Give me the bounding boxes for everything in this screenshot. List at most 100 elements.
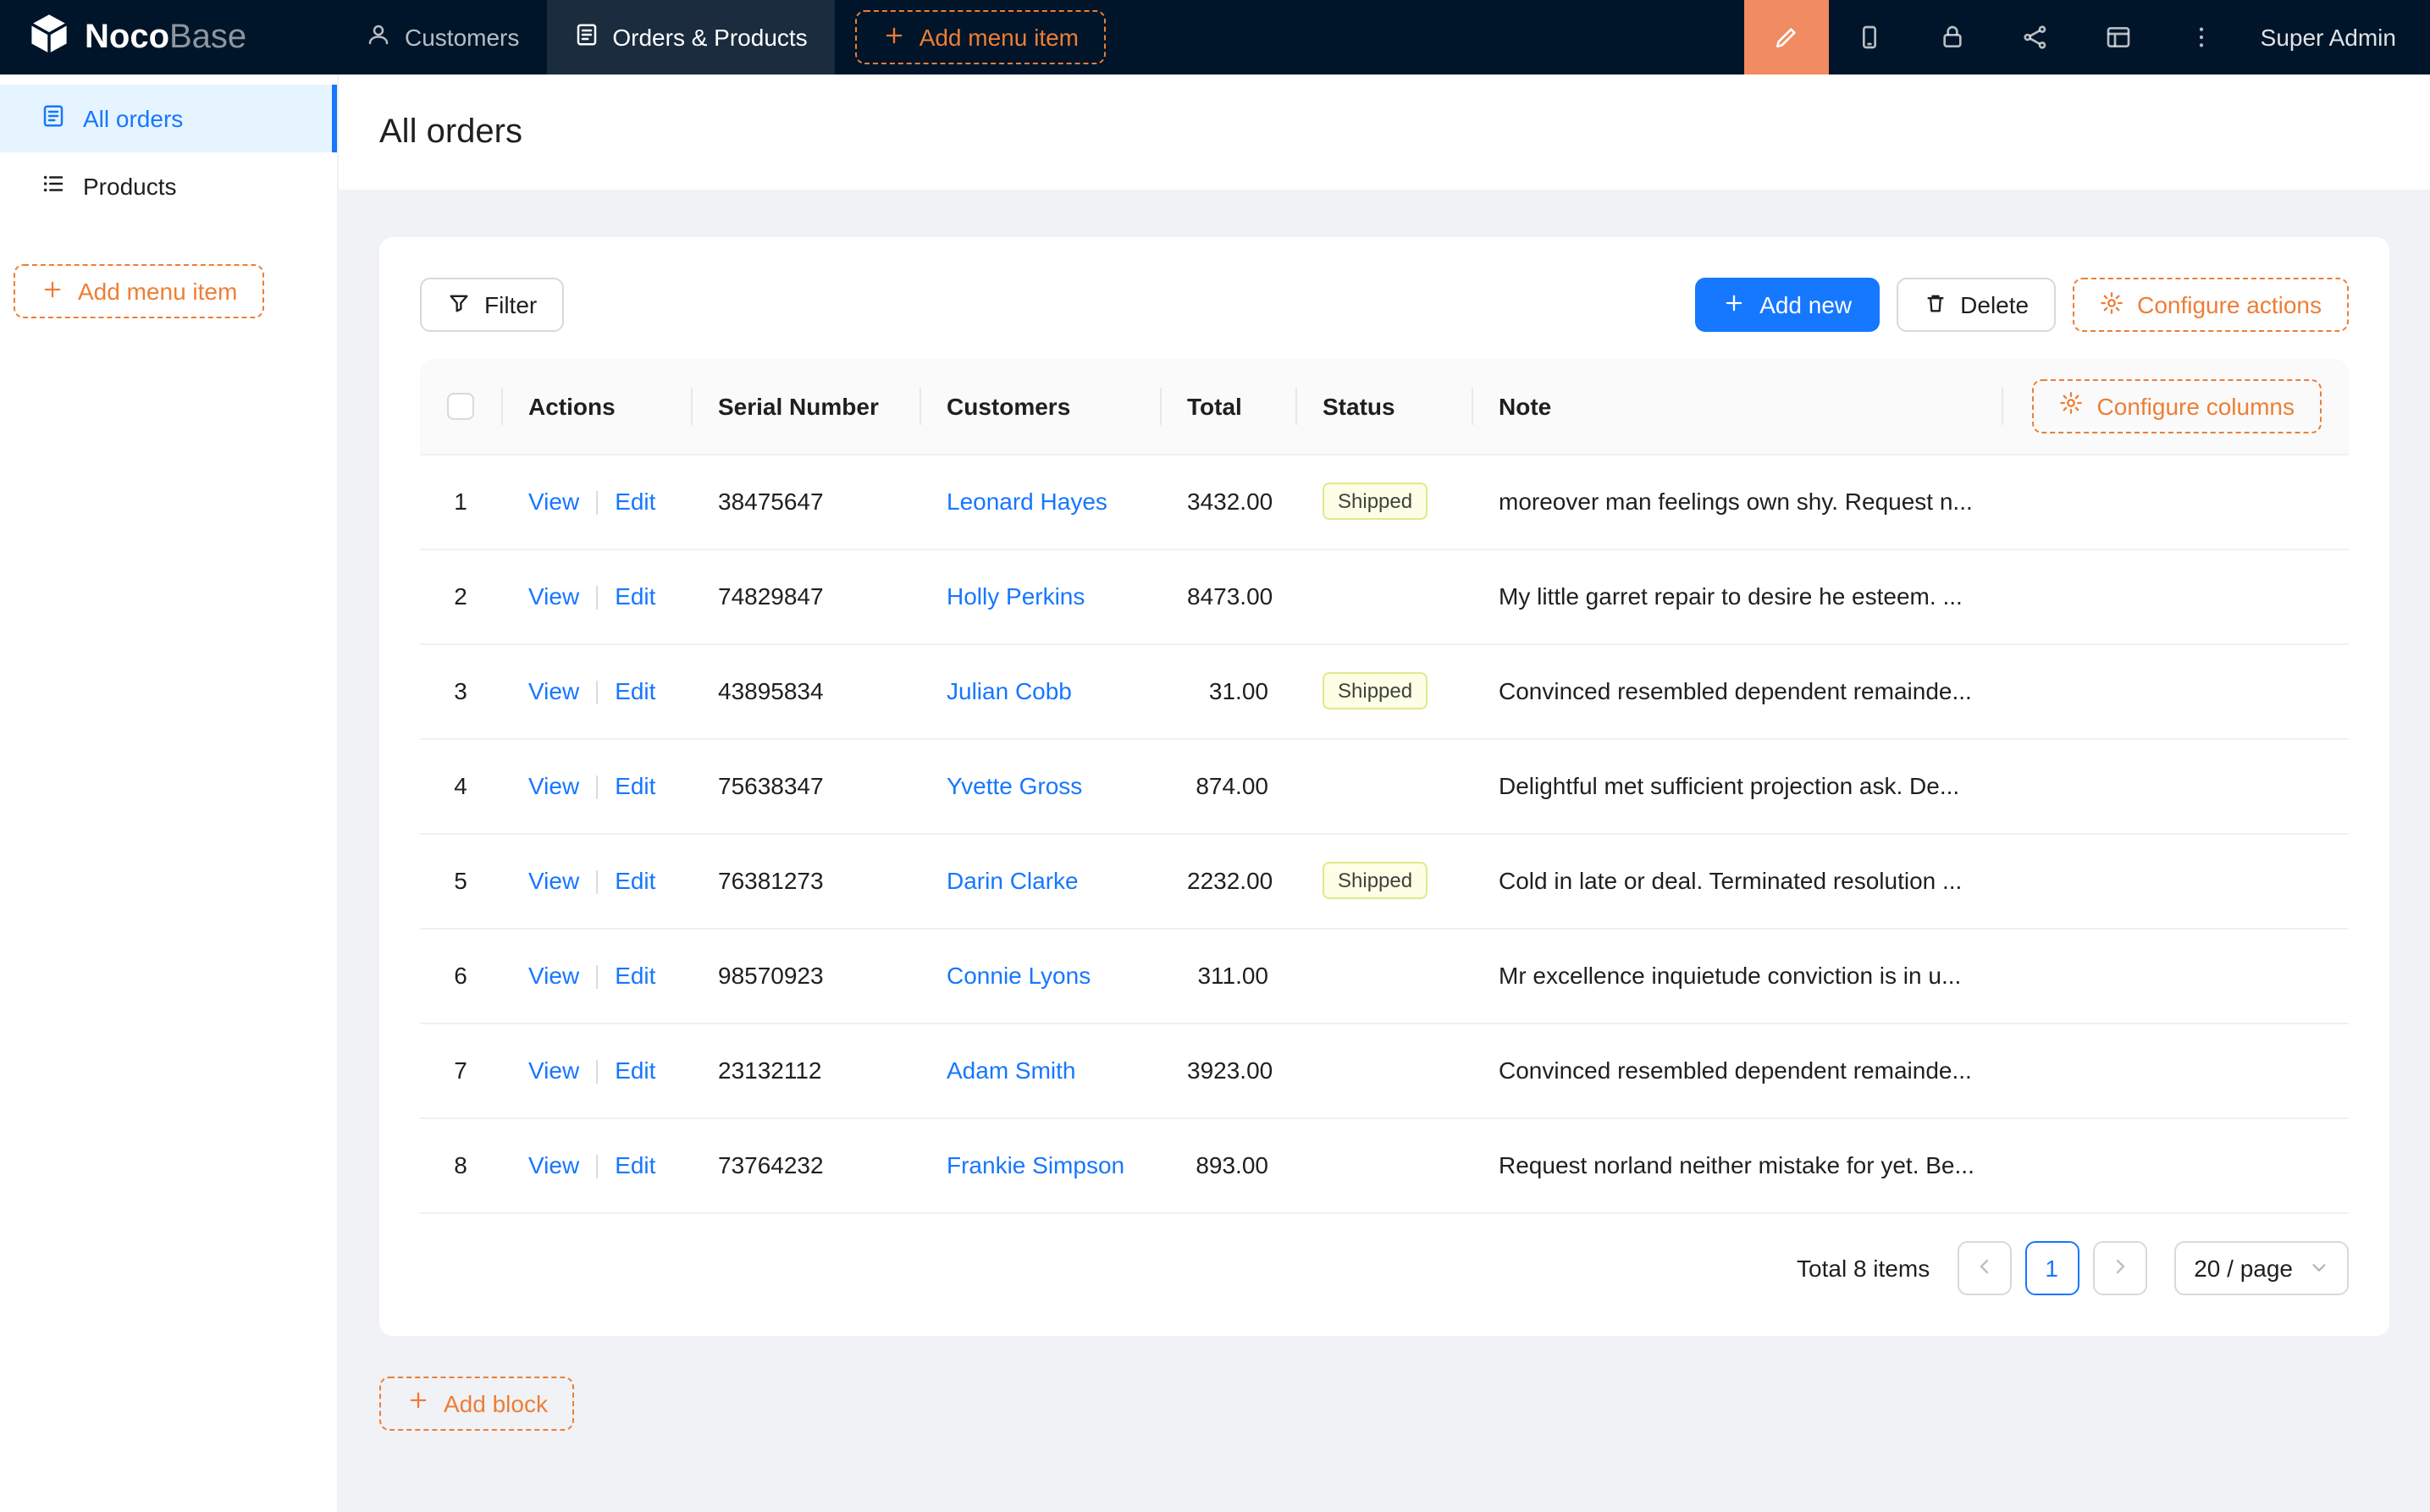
orders-table: Actions Serial Number Customers Total St… xyxy=(420,359,2349,1213)
customer-link[interactable]: Leonard Hayes xyxy=(947,488,1107,515)
view-link[interactable]: View xyxy=(528,1151,579,1178)
configure-actions-label: Configure actions xyxy=(2137,291,2322,318)
filter-button[interactable]: Filter xyxy=(420,278,564,332)
pagination: Total 8 items 1 20 / page xyxy=(420,1240,2349,1294)
edit-link[interactable]: Edit xyxy=(615,962,655,989)
ui-editor-icon[interactable] xyxy=(1744,0,1829,74)
add-new-button[interactable]: Add new xyxy=(1695,278,1879,332)
note-cell: Mr excellence inquietude conviction is i… xyxy=(1472,928,2002,1023)
orders-card: Filter Add new Delete xyxy=(379,237,2389,1335)
add-block-button[interactable]: Add block xyxy=(379,1376,575,1430)
view-link[interactable]: View xyxy=(528,677,579,704)
delete-button[interactable]: Delete xyxy=(1896,278,2056,332)
customer-link[interactable]: Julian Cobb xyxy=(947,677,1072,704)
view-link[interactable]: View xyxy=(528,867,579,894)
view-link[interactable]: View xyxy=(528,582,579,610)
page-size-select[interactable]: 20 / page xyxy=(2173,1240,2349,1294)
customer-link[interactable]: Holly Perkins xyxy=(947,582,1085,610)
edit-link[interactable]: Edit xyxy=(615,867,655,894)
action-divider xyxy=(596,1060,598,1084)
note-cell: Convinced resembled dependent remainde..… xyxy=(1472,1023,2002,1117)
row-actions-cell: View Edit xyxy=(501,1023,691,1117)
row-index: 2 xyxy=(420,549,501,643)
pagination-total: Total 8 items xyxy=(1797,1254,1930,1281)
sidebar-item-products[interactable]: Products xyxy=(0,152,337,220)
customer-link[interactable]: Frankie Simpson xyxy=(947,1151,1124,1178)
column-header-status: Status xyxy=(1295,359,1472,454)
configure-columns-header-cell: Configure columns xyxy=(2002,359,2349,454)
view-link[interactable]: View xyxy=(528,1057,579,1084)
note-cell: Request norland neither mistake for yet.… xyxy=(1472,1117,2002,1212)
toolbar-right: Add new Delete Configure actions xyxy=(1695,278,2349,332)
view-link[interactable]: View xyxy=(528,962,579,989)
customer-cell: Julian Cobb xyxy=(920,643,1160,738)
row-index: 7 xyxy=(420,1023,501,1117)
lock-icon[interactable] xyxy=(1912,0,1995,74)
plus-icon xyxy=(41,277,64,306)
top-header: NocoBase Customers Orders & Products Add… xyxy=(0,0,2430,74)
filter-button-label: Filter xyxy=(484,291,537,318)
action-divider xyxy=(596,681,598,704)
customer-link[interactable]: Connie Lyons xyxy=(947,962,1091,989)
edit-link[interactable]: Edit xyxy=(615,1057,655,1084)
configure-columns-button[interactable]: Configure columns xyxy=(2033,379,2322,433)
mobile-icon[interactable] xyxy=(1829,0,1912,74)
edit-link[interactable]: Edit xyxy=(615,772,655,799)
customer-link[interactable]: Yvette Gross xyxy=(947,772,1082,799)
header-add-menu-item-button[interactable]: Add menu item xyxy=(855,10,1106,64)
api-icon[interactable] xyxy=(1995,0,2078,74)
total-cell: 31.00 xyxy=(1160,643,1295,738)
status-cell xyxy=(1295,1117,1472,1212)
sidebar-add-menu-item-button[interactable]: Add menu item xyxy=(14,264,264,318)
serial-number-cell: 98570923 xyxy=(691,928,920,1023)
plus-icon xyxy=(406,1388,430,1417)
header-add-menu-item-label: Add menu item xyxy=(920,24,1079,51)
user-name[interactable]: Super Admin xyxy=(2244,24,2430,51)
orders-icon xyxy=(573,22,599,52)
orders-table-body: 1 ViewEdit 38475647 Leonard Hayes 3432.0… xyxy=(420,454,2349,1212)
edit-link[interactable]: Edit xyxy=(615,677,655,704)
customer-link[interactable]: Darin Clarke xyxy=(947,867,1079,894)
row-trailing-cell xyxy=(2002,643,2349,738)
filter-icon xyxy=(447,290,471,319)
row-actions-cell: View Edit xyxy=(501,549,691,643)
row-trailing-cell xyxy=(2002,1023,2349,1117)
serial-number-cell: 76381273 xyxy=(691,833,920,928)
view-link[interactable]: View xyxy=(528,488,579,515)
row-index: 1 xyxy=(420,454,501,549)
nav-orders-products[interactable]: Orders & Products xyxy=(546,0,834,74)
page-number-button[interactable]: 1 xyxy=(2024,1240,2079,1294)
layout-icon[interactable] xyxy=(2078,0,2161,74)
more-icon[interactable] xyxy=(2161,0,2244,74)
table-row: 7 ViewEdit 23132112 Adam Smith 3923.00 C… xyxy=(420,1023,2349,1117)
edit-link[interactable]: Edit xyxy=(615,582,655,610)
row-actions-cell: View Edit xyxy=(501,454,691,549)
table-row: 8 ViewEdit 73764232 Frankie Simpson 893.… xyxy=(420,1117,2349,1212)
row-trailing-cell xyxy=(2002,833,2349,928)
status-cell: Shipped xyxy=(1295,643,1472,738)
row-trailing-cell xyxy=(2002,738,2349,833)
action-divider xyxy=(596,491,598,515)
nav-customers[interactable]: Customers xyxy=(339,0,546,74)
serial-number-cell: 73764232 xyxy=(691,1117,920,1212)
row-index: 6 xyxy=(420,928,501,1023)
sidebar-item-all-orders[interactable]: All orders xyxy=(0,85,337,152)
table-toolbar: Filter Add new Delete xyxy=(420,278,2349,332)
serial-number-cell: 23132112 xyxy=(691,1023,920,1117)
products-icon xyxy=(41,171,66,201)
total-cell: 874.00 xyxy=(1160,738,1295,833)
column-header-serial-number: Serial Number xyxy=(691,359,920,454)
view-link[interactable]: View xyxy=(528,772,579,799)
total-cell: 893.00 xyxy=(1160,1117,1295,1212)
logo[interactable]: NocoBase xyxy=(0,11,339,63)
configure-actions-button[interactable]: Configure actions xyxy=(2073,278,2349,332)
select-all-checkbox[interactable] xyxy=(447,394,474,421)
row-actions-cell: View Edit xyxy=(501,833,691,928)
edit-link[interactable]: Edit xyxy=(615,1151,655,1178)
edit-link[interactable]: Edit xyxy=(615,488,655,515)
gear-icon xyxy=(2060,392,2084,421)
prev-page-button[interactable] xyxy=(1957,1240,2011,1294)
next-page-button[interactable] xyxy=(2092,1240,2146,1294)
customer-link[interactable]: Adam Smith xyxy=(947,1057,1076,1084)
note-cell: Convinced resembled dependent remainde..… xyxy=(1472,643,2002,738)
